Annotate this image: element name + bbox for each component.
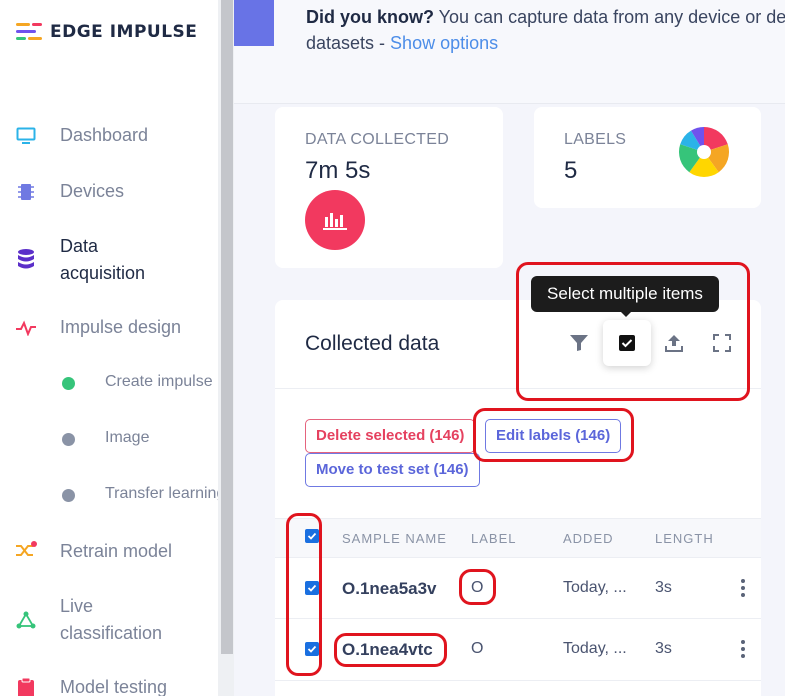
sidebar-item-label: Retrain model [60, 541, 173, 561]
sidebar-subitem-label: Image [105, 429, 150, 446]
show-options-link[interactable]: Show options [390, 33, 498, 53]
row-menu-icon[interactable] [740, 640, 746, 658]
sidebar-item-devices[interactable]: Devices [0, 178, 218, 205]
shuffle-icon [15, 539, 37, 561]
sample-added: Today, ... [563, 640, 627, 657]
edit-labels-button[interactable]: Edit labels (146) [485, 419, 622, 453]
move-to-test-set-button[interactable]: Move to test set (146) [305, 453, 480, 487]
sidebar-subitem-label: Transfer learning [105, 485, 218, 502]
upload-icon [665, 335, 683, 352]
sidebar-item-label: Model testing [60, 677, 168, 696]
clipboard-icon [15, 677, 37, 696]
row-divider [275, 618, 761, 619]
sample-label: O [471, 579, 484, 596]
sidebar-subitem-create-impulse[interactable]: Create impulse [0, 371, 218, 395]
monitor-icon [15, 125, 37, 147]
sidebar-item-label: Live classification [60, 596, 163, 643]
tip-body: You can capture data from any device or … [434, 7, 785, 27]
column-header-sample-name[interactable]: SAMPLE NAME [342, 531, 447, 546]
tip-heading: Did you know? [306, 7, 434, 27]
sidebar-item-label: Data acquisition [60, 236, 146, 283]
check-icon [307, 584, 317, 592]
brand-logo[interactable]: EDGE IMPULSE [16, 22, 197, 42]
panel-title: Collected data [305, 332, 440, 355]
column-header-length[interactable]: LENGTH [655, 531, 714, 546]
sidebar-item-label: Devices [60, 181, 125, 201]
network-icon [15, 609, 37, 631]
sample-name[interactable]: O.1nea5a3v [342, 579, 437, 599]
row-checkbox[interactable] [305, 642, 319, 656]
sidebar-item-live-classification[interactable]: Live classification [0, 593, 218, 647]
sidebar-item-retrain-model[interactable]: Retrain model [0, 538, 218, 565]
fullscreen-button[interactable] [698, 320, 746, 366]
logo-icon [16, 22, 42, 42]
row-checkbox[interactable] [305, 581, 319, 595]
row-divider [275, 680, 761, 681]
select-multiple-icon [619, 335, 635, 351]
database-icon [15, 248, 37, 270]
status-dot-icon [62, 489, 75, 502]
sidebar-subitem-image[interactable]: Image [0, 427, 218, 451]
status-dot-icon [62, 433, 75, 446]
column-header-added[interactable]: ADDED [563, 531, 614, 546]
sample-length: 3s [655, 579, 672, 596]
sample-name[interactable]: O.1nea4vtc [342, 640, 433, 660]
sidebar-item-model-testing[interactable]: Model testing [0, 674, 218, 696]
labels-value: 5 [564, 157, 578, 184]
select-multiple-button[interactable] [603, 320, 651, 366]
fullscreen-icon [713, 334, 731, 352]
brand-name: EDGE IMPULSE [50, 22, 198, 42]
sidebar-scrollbar-thumb[interactable] [221, 0, 233, 654]
sample-added: Today, ... [563, 579, 627, 596]
filter-icon [570, 335, 588, 351]
sidebar-subitem-transfer-learning[interactable]: Transfer learning [0, 483, 218, 507]
sidebar-subitem-label: Create impulse [105, 373, 213, 390]
check-icon [307, 532, 317, 540]
labels-title: LABELS [564, 131, 627, 148]
select-all-checkbox[interactable] [305, 529, 319, 543]
sidebar-item-label: Impulse design [60, 317, 182, 337]
sidebar-item-impulse-design[interactable]: Impulse design [0, 314, 218, 341]
sidebar-item-label: Dashboard [60, 125, 149, 145]
sample-length: 3s [655, 640, 672, 657]
tip-body-2: datasets - [306, 33, 391, 53]
filter-button[interactable] [555, 320, 603, 366]
banner-accent [234, 0, 274, 46]
sidebar-item-dashboard[interactable]: Dashboard [0, 122, 218, 149]
data-collected-title: DATA COLLECTED [305, 131, 450, 148]
tooltip-arrow [619, 310, 633, 317]
divider [275, 388, 761, 389]
status-dot-icon [62, 377, 75, 390]
labels-pie-icon [679, 127, 729, 177]
delete-selected-button[interactable]: Delete selected (146) [305, 419, 476, 453]
check-icon [307, 645, 317, 653]
sidebar-item-data-acquisition[interactable]: Data acquisition [0, 233, 218, 287]
data-collected-value: 7m 5s [305, 157, 371, 184]
column-header-label[interactable]: LABEL [471, 531, 516, 546]
tip-text: Did you know? You can capture data from … [306, 4, 785, 56]
pulse-icon [15, 317, 37, 339]
chip-icon [15, 181, 37, 203]
row-menu-icon[interactable] [740, 579, 746, 597]
upload-button[interactable] [650, 320, 698, 366]
bar-chart-icon [305, 190, 365, 250]
sidebar: EDGE IMPULSE Dashboard Devices Data acqu… [0, 0, 218, 696]
tooltip: Select multiple items [531, 276, 719, 312]
sample-label: O [471, 640, 484, 657]
